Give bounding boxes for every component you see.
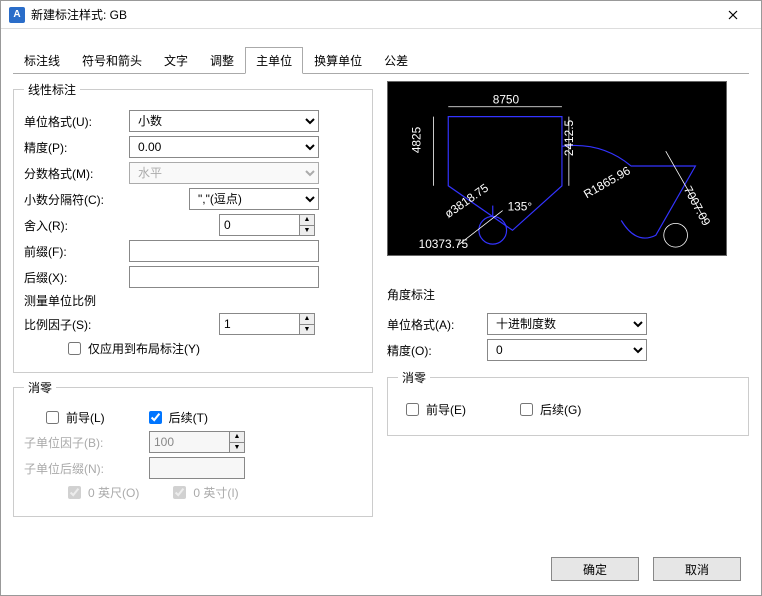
scale-factor-spinner[interactable]: ▲▼ xyxy=(219,313,315,335)
round-input[interactable] xyxy=(219,214,299,236)
zero-legend: 消零 xyxy=(24,379,56,396)
spin-down-icon: ▼ xyxy=(230,443,244,453)
close-icon xyxy=(728,10,738,20)
spin-up-icon[interactable]: ▲ xyxy=(300,314,314,325)
angle-trailing-checkbox[interactable]: 后续(G) xyxy=(516,400,581,419)
angle-unit-label: 单位格式(A): xyxy=(387,316,487,333)
svg-text:135°: 135° xyxy=(508,200,533,214)
scale-factor-input[interactable] xyxy=(219,313,299,335)
fraction-format-label: 分数格式(M): xyxy=(24,165,129,182)
subfactor-spinner: ▲▼ xyxy=(149,431,245,453)
spin-down-icon[interactable]: ▼ xyxy=(300,325,314,335)
app-icon: A xyxy=(9,7,25,23)
angle-precision-select[interactable]: 0 xyxy=(487,339,647,361)
tab-fit[interactable]: 调整 xyxy=(199,47,245,74)
svg-text:2412.5: 2412.5 xyxy=(562,119,576,156)
spin-up-icon: ▲ xyxy=(230,432,244,443)
svg-text:7007.09: 7007.09 xyxy=(681,184,714,229)
linear-legend: 线性标注 xyxy=(24,81,80,98)
suffix-input[interactable] xyxy=(129,266,319,288)
unit-format-label: 单位格式(U): xyxy=(24,113,129,130)
round-label: 舍入(R): xyxy=(24,217,129,234)
angle-zero-legend: 消零 xyxy=(398,369,430,386)
subsuffix-label: 子单位后缀(N): xyxy=(24,460,149,477)
decimal-sep-select[interactable]: ","(逗点) xyxy=(189,188,319,210)
subfactor-input xyxy=(149,431,229,453)
dialog-window: A 新建标注样式: GB 标注线 符号和箭头 文字 调整 主单位 换算单位 公差… xyxy=(0,0,762,596)
titlebar: A 新建标注样式: GB xyxy=(1,1,761,29)
prefix-label: 前缀(F): xyxy=(24,243,129,260)
feet-checkbox: 0 英尺(O) xyxy=(64,483,139,502)
suffix-label: 后缀(X): xyxy=(24,269,129,286)
subfactor-label: 子单位因子(B): xyxy=(24,434,149,451)
tab-symbols[interactable]: 符号和箭头 xyxy=(71,47,153,74)
trailing-checkbox[interactable]: 后续(T) xyxy=(145,408,208,427)
svg-text:8750: 8750 xyxy=(493,93,520,107)
prefix-input[interactable] xyxy=(129,240,319,262)
tab-alt-units[interactable]: 换算单位 xyxy=(303,47,373,74)
leading-checkbox[interactable]: 前导(L) xyxy=(42,408,105,427)
svg-text:R1865.96: R1865.96 xyxy=(581,163,633,201)
layout-only-checkbox[interactable]: 仅应用到布局标注(Y) xyxy=(64,339,200,358)
tab-dimline[interactable]: 标注线 xyxy=(13,47,71,74)
precision-select[interactable]: 0.00 xyxy=(129,136,319,158)
subsuffix-input xyxy=(149,457,245,479)
tab-primary-units[interactable]: 主单位 xyxy=(245,47,303,74)
angle-legend: 角度标注 xyxy=(387,286,749,303)
inch-checkbox: 0 英寸(I) xyxy=(169,483,238,502)
ok-button[interactable]: 确定 xyxy=(551,557,639,581)
preview-pane: 8750 4825 2412.5 R1865.96 ø3818.75 135° … xyxy=(387,81,727,256)
close-button[interactable] xyxy=(713,1,753,29)
zero-suppress-group: 消零 前导(L) 后续(T) 子单位因子(B): ▲▼ 子单位后缀(N): xyxy=(13,379,373,517)
scale-factor-label: 比例因子(S): xyxy=(24,316,134,333)
window-title: 新建标注样式: GB xyxy=(31,6,713,23)
cancel-button[interactable]: 取消 xyxy=(653,557,741,581)
precision-label: 精度(P): xyxy=(24,139,129,156)
linear-group: 线性标注 单位格式(U): 小数 精度(P): 0.00 分数格式(M): 水平… xyxy=(13,81,373,373)
tab-bar: 标注线 符号和箭头 文字 调整 主单位 换算单位 公差 xyxy=(1,29,761,74)
scale-legend: 测量单位比例 xyxy=(24,292,362,309)
spin-up-icon[interactable]: ▲ xyxy=(300,215,314,226)
angle-zero-group: 消零 前导(E) 后续(G) xyxy=(387,369,749,436)
svg-text:4825: 4825 xyxy=(410,126,424,153)
tab-tolerance[interactable]: 公差 xyxy=(373,47,419,74)
svg-text:10373.75: 10373.75 xyxy=(419,237,469,251)
angle-precision-label: 精度(O): xyxy=(387,342,487,359)
angle-unit-select[interactable]: 十进制度数 xyxy=(487,313,647,335)
spin-down-icon[interactable]: ▼ xyxy=(300,226,314,236)
unit-format-select[interactable]: 小数 xyxy=(129,110,319,132)
tab-text[interactable]: 文字 xyxy=(153,47,199,74)
decimal-sep-label: 小数分隔符(C): xyxy=(24,191,129,208)
angle-leading-checkbox[interactable]: 前导(E) xyxy=(402,400,466,419)
round-spinner[interactable]: ▲▼ xyxy=(219,214,315,236)
fraction-format-select: 水平 xyxy=(129,162,319,184)
